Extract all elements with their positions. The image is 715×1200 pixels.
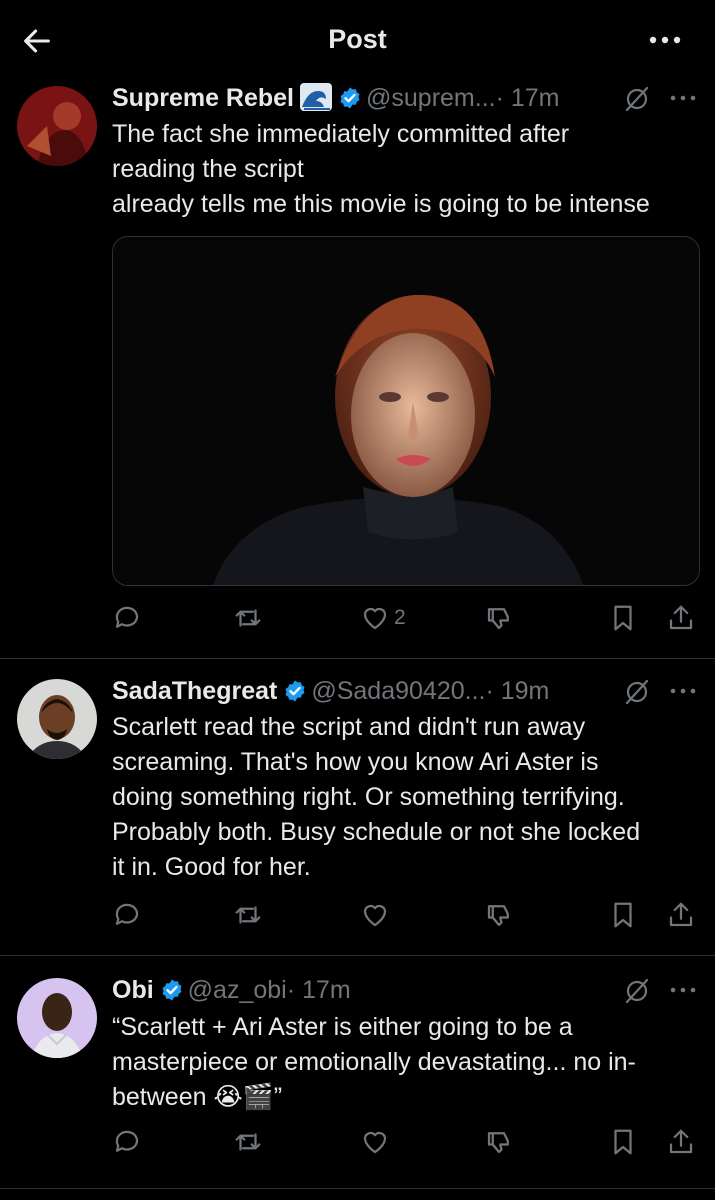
- divider: [0, 658, 715, 659]
- verified-badge-icon: [285, 680, 305, 702]
- bookmark-button[interactable]: [608, 1122, 638, 1162]
- grok-icon[interactable]: [622, 976, 652, 1006]
- repost-icon: [235, 1133, 261, 1151]
- share-button[interactable]: [666, 895, 696, 935]
- repost-icon: [235, 906, 261, 924]
- post-line: already tells me this movie is going to …: [112, 190, 650, 218]
- like-count: 2: [394, 606, 406, 629]
- like-button[interactable]: [360, 895, 390, 935]
- bookmark-button[interactable]: [608, 895, 638, 935]
- repost-icon: [235, 609, 261, 627]
- post-actions: [0, 895, 715, 935]
- bookmark-icon: [614, 605, 632, 631]
- post-line: “Scarlett + Ari Aster is either going to…: [112, 1013, 573, 1041]
- bookmark-icon: [614, 1129, 632, 1155]
- like-button[interactable]: [360, 1122, 390, 1162]
- post-text: The fact she immediately committed after…: [112, 117, 702, 222]
- repost-button[interactable]: [233, 895, 263, 935]
- reply-button[interactable]: [112, 895, 142, 935]
- post-header: Obi @az_obi· 17m: [112, 974, 695, 1006]
- share-button[interactable]: [666, 1122, 696, 1162]
- post-more-icon[interactable]: [668, 92, 698, 104]
- post-header: Supreme Rebel @suprem...· 17m: [112, 82, 695, 114]
- post-more-icon[interactable]: [668, 685, 698, 697]
- post-line: The fact she immediately committed after: [112, 120, 570, 148]
- post-line: it in. Good for her.: [112, 853, 311, 881]
- dislike-button[interactable]: [484, 598, 518, 638]
- post-text: “Scarlett + Ari Aster is either going to…: [112, 1010, 702, 1115]
- dislike-icon: [487, 608, 509, 630]
- post-actions: 2: [0, 598, 715, 638]
- display-name[interactable]: SadaThegreat: [112, 677, 277, 705]
- display-name[interactable]: Supreme Rebel: [112, 84, 294, 112]
- like-button[interactable]: 2: [360, 598, 406, 638]
- post-line: Scarlett read the script and didn't run …: [112, 713, 586, 741]
- avatar[interactable]: [17, 86, 97, 166]
- display-name[interactable]: Obi: [112, 976, 154, 1004]
- dislike-button[interactable]: [484, 1122, 514, 1162]
- post-text: Scarlett read the script and didn't run …: [112, 710, 702, 885]
- share-button[interactable]: [666, 598, 696, 638]
- reply-icon: [115, 606, 139, 628]
- dislike-button[interactable]: [484, 895, 514, 935]
- share-icon: [669, 902, 693, 927]
- portrait-image: [113, 237, 699, 585]
- verified-badge-icon: [340, 87, 360, 109]
- post-line: doing something right. Or something terr…: [112, 783, 625, 811]
- avatar[interactable]: [17, 679, 97, 759]
- repost-button[interactable]: [233, 1122, 263, 1162]
- dislike-icon: [487, 1132, 509, 1154]
- heart-icon: [363, 904, 387, 927]
- post-line: masterpiece or emotionally devastating..…: [112, 1048, 636, 1076]
- post-line: between 😭🎬”: [112, 1083, 283, 1111]
- share-icon: [669, 1129, 693, 1154]
- post-time[interactable]: · 17m: [496, 84, 560, 112]
- verified-badge-icon: [162, 979, 182, 1001]
- reply-button[interactable]: [112, 1122, 142, 1162]
- post-image[interactable]: [112, 236, 700, 586]
- post-header: SadaThegreat @Sada90420...· 19m: [112, 675, 695, 707]
- reply-button[interactable]: [112, 598, 146, 638]
- grok-icon[interactable]: [622, 677, 652, 707]
- dislike-icon: [487, 905, 509, 927]
- bookmark-icon: [614, 902, 632, 928]
- page-title: Post: [328, 24, 387, 54]
- heart-icon: [363, 607, 387, 630]
- post-actions: [0, 1122, 715, 1162]
- bookmark-button[interactable]: [608, 598, 638, 638]
- user-handle[interactable]: @az_obi: [188, 976, 287, 1004]
- reply-icon: [115, 1130, 139, 1152]
- heart-icon: [363, 1131, 387, 1154]
- reply-icon: [115, 903, 139, 925]
- avatar[interactable]: [17, 978, 97, 1058]
- post-line: reading the script: [112, 155, 304, 183]
- top-bar: Post: [0, 0, 715, 80]
- post-time[interactable]: · 17m: [287, 976, 351, 1004]
- wave-icon: [300, 83, 333, 111]
- post-time[interactable]: · 19m: [485, 677, 549, 705]
- user-handle[interactable]: @Sada90420...: [311, 677, 485, 705]
- divider: [0, 1188, 715, 1189]
- share-icon: [669, 605, 693, 630]
- more-options-icon[interactable]: [645, 28, 685, 52]
- post-line: screaming. That's how you know Ari Aster…: [112, 748, 599, 776]
- repost-button[interactable]: [233, 598, 267, 638]
- post-more-icon[interactable]: [668, 984, 698, 996]
- user-handle[interactable]: @suprem...: [366, 84, 496, 112]
- post-line: Probably both. Busy schedule or not she …: [112, 818, 641, 846]
- grok-icon[interactable]: [622, 84, 652, 114]
- divider: [0, 955, 715, 956]
